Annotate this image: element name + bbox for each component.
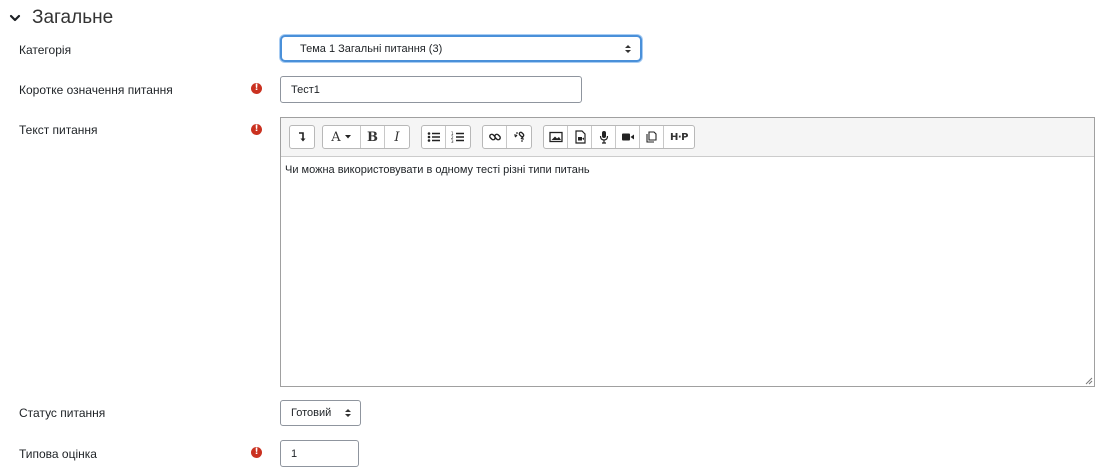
default-mark-value: 1: [291, 447, 298, 460]
question-text-editor[interactable]: A B I 123 H·P Чи можна використовувати в…: [280, 117, 1095, 387]
category-select[interactable]: Тема 1 Загальні питання (3): [280, 35, 642, 62]
status-label: Статус питання: [19, 406, 106, 420]
editor-toolbar: A B I 123 H·P: [281, 118, 1094, 157]
unlink-icon[interactable]: [507, 126, 531, 148]
font-color-icon[interactable]: A: [323, 126, 361, 148]
record-audio-icon[interactable]: [592, 126, 616, 148]
short-name-label: Коротке означення питання: [19, 83, 173, 97]
short-name-input[interactable]: Тест1: [280, 76, 582, 103]
status-value: Готовий: [291, 407, 332, 419]
question-text-label: Текст питання: [19, 123, 98, 137]
unordered-list-icon[interactable]: [422, 126, 446, 148]
required-icon: !: [251, 447, 262, 458]
bold-icon[interactable]: B: [361, 126, 385, 148]
record-video-icon[interactable]: [616, 126, 640, 148]
toolbar-group-style: A B I: [322, 125, 410, 149]
toolbar-toggle-icon[interactable]: [290, 126, 314, 148]
toolbar-group-media: H·P: [543, 125, 695, 149]
svg-text:3: 3: [451, 139, 454, 143]
toolbar-group-toggle: [289, 125, 315, 149]
category-label: Категорія: [19, 43, 72, 57]
editor-content[interactable]: Чи можна використовувати в одному тесті …: [285, 164, 590, 176]
status-select[interactable]: Готовий: [280, 400, 361, 426]
image-icon[interactable]: [544, 126, 568, 148]
required-icon: !: [251, 124, 262, 135]
select-arrows-icon: [345, 409, 351, 417]
short-name-value: Тест1: [291, 83, 320, 96]
section-header[interactable]: Загальне: [8, 4, 113, 32]
toolbar-group-lists: 123: [421, 125, 471, 149]
link-icon[interactable]: [483, 126, 507, 148]
section-title: Загальне: [32, 7, 114, 28]
manage-files-icon[interactable]: [640, 126, 664, 148]
ordered-list-icon[interactable]: 123: [446, 126, 470, 148]
category-value: Тема 1 Загальні питання (3): [300, 42, 443, 55]
default-mark-input[interactable]: 1: [280, 440, 359, 467]
resize-handle-icon[interactable]: [1084, 376, 1093, 385]
italic-icon[interactable]: I: [385, 126, 409, 148]
select-arrows-icon: [625, 45, 631, 53]
default-mark-label: Типова оцінка: [19, 447, 97, 461]
media-icon[interactable]: [568, 126, 592, 148]
toolbar-group-links: [482, 125, 532, 149]
h5p-icon[interactable]: H·P: [664, 126, 694, 148]
chevron-down-icon[interactable]: [8, 11, 22, 25]
required-icon: !: [251, 83, 262, 94]
